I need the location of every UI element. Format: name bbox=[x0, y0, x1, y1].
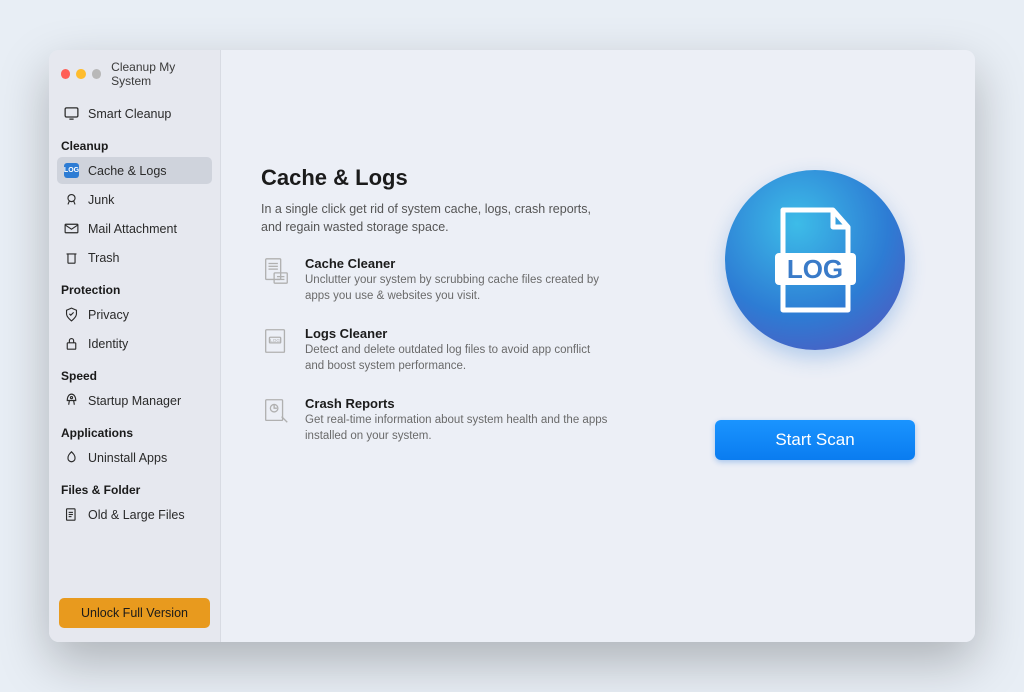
window-title: Cleanup My System bbox=[111, 60, 212, 88]
apps-icon bbox=[63, 449, 80, 466]
sidebar-item-uninstall-apps[interactable]: Uninstall Apps bbox=[57, 444, 212, 471]
section-header-protection: Protection bbox=[61, 283, 212, 297]
feature-title: Cache Cleaner bbox=[305, 256, 611, 271]
minimize-window-button[interactable] bbox=[76, 69, 85, 79]
sidebar-item-identity[interactable]: Identity bbox=[57, 330, 212, 357]
sidebar-item-label: Mail Attachment bbox=[88, 222, 177, 236]
close-window-button[interactable] bbox=[61, 69, 70, 79]
section-header-speed: Speed bbox=[61, 369, 212, 383]
log-badge-icon: LOG bbox=[63, 162, 80, 179]
sidebar: Cleanup My System Smart Cleanup Cleanup … bbox=[49, 50, 221, 642]
sidebar-item-smart-cleanup[interactable]: Smart Cleanup bbox=[57, 100, 212, 127]
sidebar-item-old-large-files[interactable]: Old & Large Files bbox=[57, 501, 212, 528]
lock-icon bbox=[63, 335, 80, 352]
maximize-window-button[interactable] bbox=[92, 69, 101, 79]
svg-text:LOG: LOG bbox=[270, 338, 280, 343]
feature-desc: Unclutter your system by scrubbing cache… bbox=[305, 273, 611, 304]
section-header-cleanup: Cleanup bbox=[61, 139, 212, 153]
content-left: Cache & Logs In a single click get rid o… bbox=[261, 80, 685, 612]
sidebar-item-label: Trash bbox=[88, 251, 120, 265]
sidebar-item-label: Cache & Logs bbox=[88, 164, 167, 178]
sidebar-item-trash[interactable]: Trash bbox=[57, 244, 212, 271]
cache-cleaner-icon bbox=[261, 256, 291, 286]
unlock-full-version-button[interactable]: Unlock Full Version bbox=[59, 598, 210, 628]
sidebar-item-mail-attachment[interactable]: Mail Attachment bbox=[57, 215, 212, 242]
svg-text:LOG: LOG bbox=[786, 254, 842, 284]
sidebar-item-startup-manager[interactable]: Startup Manager bbox=[57, 387, 212, 414]
page-title: Cache & Logs bbox=[261, 165, 685, 191]
app-window: Cleanup My System Smart Cleanup Cleanup … bbox=[49, 50, 975, 642]
rocket-icon bbox=[63, 392, 80, 409]
section-header-files-folder: Files & Folder bbox=[61, 483, 212, 497]
sidebar-item-label: Junk bbox=[88, 193, 114, 207]
sidebar-item-privacy[interactable]: Privacy bbox=[57, 301, 212, 328]
feature-title: Logs Cleaner bbox=[305, 326, 611, 341]
feature-crash-reports: Crash Reports Get real-time information … bbox=[261, 396, 611, 444]
shield-icon bbox=[63, 306, 80, 323]
sidebar-item-label: Startup Manager bbox=[88, 394, 181, 408]
feature-desc: Get real-time information about system h… bbox=[305, 413, 611, 444]
sidebar-item-label: Identity bbox=[88, 337, 128, 351]
junk-icon bbox=[63, 191, 80, 208]
log-file-icon: LOG bbox=[768, 205, 863, 315]
sidebar-item-label: Uninstall Apps bbox=[88, 451, 167, 465]
feature-title: Crash Reports bbox=[305, 396, 611, 411]
logs-cleaner-icon: LOG bbox=[261, 326, 291, 356]
mail-icon bbox=[63, 220, 80, 237]
sidebar-item-label: Old & Large Files bbox=[88, 508, 185, 522]
sidebar-item-label: Smart Cleanup bbox=[88, 107, 171, 121]
main-content: Cache & Logs In a single click get rid o… bbox=[221, 50, 975, 642]
section-header-applications: Applications bbox=[61, 426, 212, 440]
hero-illustration: LOG bbox=[725, 170, 905, 350]
content-right: LOG Start Scan bbox=[685, 80, 945, 612]
page-description: In a single click get rid of system cach… bbox=[261, 201, 591, 236]
feature-desc: Detect and delete outdated log files to … bbox=[305, 343, 611, 374]
traffic-lights: Cleanup My System bbox=[57, 60, 212, 88]
start-scan-button[interactable]: Start Scan bbox=[715, 420, 915, 460]
feature-cache-cleaner: Cache Cleaner Unclutter your system by s… bbox=[261, 256, 611, 304]
trash-icon bbox=[63, 249, 80, 266]
feature-logs-cleaner: LOG Logs Cleaner Detect and delete outda… bbox=[261, 326, 611, 374]
sidebar-item-label: Privacy bbox=[88, 308, 129, 322]
files-icon bbox=[63, 506, 80, 523]
crash-reports-icon bbox=[261, 396, 291, 426]
sidebar-item-cache-logs[interactable]: LOG Cache & Logs bbox=[57, 157, 212, 184]
sidebar-item-junk[interactable]: Junk bbox=[57, 186, 212, 213]
monitor-icon bbox=[63, 105, 80, 122]
